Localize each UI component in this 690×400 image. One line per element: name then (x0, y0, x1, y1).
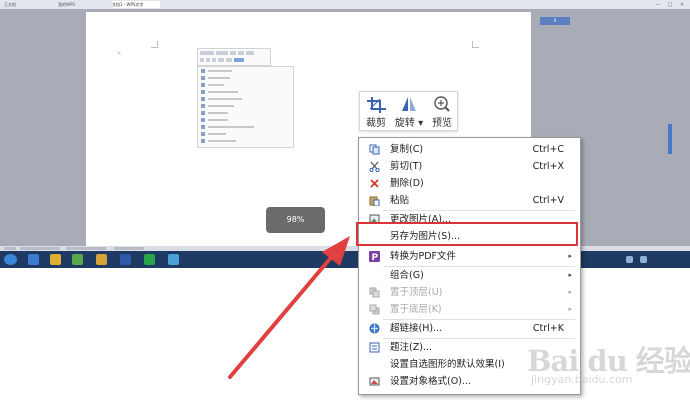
scrollbar-thumb[interactable] (668, 124, 672, 154)
menu-item-label: 设置对象格式(O)... (390, 376, 471, 387)
rotate-icon (402, 97, 416, 111)
caption-icon (369, 342, 380, 353)
status-segment (20, 247, 60, 250)
format-object-icon (369, 377, 380, 386)
menu-item-label: 置于顶层(U) (390, 287, 443, 298)
taskbar-app-icon[interactable] (120, 254, 131, 265)
taskbar-app-icon[interactable] (168, 254, 179, 265)
menu-item-hyperlink[interactable]: 超链接(H)... Ctrl+K (359, 320, 580, 337)
maximize-button[interactable]: □ (666, 2, 674, 8)
rotate-button[interactable]: 旋转 ▾ (391, 92, 427, 130)
pdf-icon: P (369, 251, 380, 262)
scissors-icon (369, 161, 380, 172)
taskbar-app-icon[interactable] (96, 254, 107, 265)
submenu-arrow-icon: ▸ (568, 305, 572, 313)
paste-icon (369, 196, 380, 206)
taskbar-app-icon[interactable] (28, 254, 39, 265)
status-segment (4, 247, 16, 250)
menu-item-label: 超链接(H)... (390, 323, 443, 334)
delete-icon (370, 179, 379, 188)
taskbar-app-icon[interactable] (72, 254, 83, 265)
taskbar-app-icon[interactable] (50, 254, 61, 265)
window-tab[interactable]: 我的WPS (58, 1, 98, 8)
start-button[interactable] (4, 254, 17, 265)
preview-button[interactable]: 预览 (428, 92, 456, 130)
menu-item-shortcut: Ctrl+V (532, 195, 564, 206)
taskbar-clock[interactable] (657, 253, 688, 266)
window-controls: — □ ✕ (654, 0, 686, 9)
minimize-button[interactable]: — (654, 2, 662, 8)
menu-item-bring-to-front[interactable]: 置于顶层(U) ▸ (359, 284, 580, 301)
window-title-bar: 正文档 我的WPS 文档1 - WPS文字 — □ ✕ (0, 0, 690, 9)
menu-item-paste[interactable]: 粘贴 Ctrl+V (359, 192, 580, 209)
side-panel-tag[interactable]: 4 (540, 17, 570, 25)
menu-item-label: 删除(D) (390, 178, 424, 189)
preview-label: 预览 (432, 118, 452, 129)
status-segment (66, 247, 106, 250)
menu-item-label: 置于底层(K) (390, 304, 442, 315)
menu-item-label: 题注(Z)... (390, 342, 432, 353)
menu-item-label: 粘贴 (390, 195, 410, 206)
menu-item-label: 组合(G) (390, 270, 424, 281)
cursor-mark-icon: ✎ (117, 51, 122, 57)
menu-item-shortcut: Ctrl+X (532, 161, 564, 172)
submenu-arrow-icon: ▸ (568, 252, 572, 260)
highlight-box (356, 222, 578, 246)
baidu-watermark: Bai du 经验 jingyan.baidu.com (527, 338, 690, 398)
hyperlink-icon (369, 323, 380, 334)
menu-item-send-to-back[interactable]: 置于底层(K) ▸ (359, 301, 580, 318)
window-tab-active[interactable]: 文档1 - WPS文字 (112, 1, 160, 8)
watermark-sub: jingyan.baidu.com (531, 373, 633, 386)
crop-icon (367, 97, 386, 113)
crop-button[interactable]: 裁剪 (362, 92, 390, 130)
submenu-arrow-icon: ▸ (568, 288, 572, 296)
submenu-arrow-icon: ▸ (568, 271, 572, 279)
send-to-back-icon (369, 304, 380, 315)
menu-item-group[interactable]: 组合(G) ▸ (359, 267, 580, 284)
zoom-indicator: 98% (266, 207, 325, 233)
close-button[interactable]: ✕ (678, 2, 686, 8)
taskbar-app-icon[interactable] (144, 254, 155, 265)
menu-item-cut[interactable]: 剪切(T) Ctrl+X (359, 158, 580, 175)
embedded-picture-menu (197, 66, 294, 148)
menu-item-shortcut: Ctrl+K (532, 323, 564, 334)
bring-to-front-icon (369, 287, 380, 298)
crop-label: 裁剪 (366, 118, 386, 129)
window-tab[interactable]: 正文档 (4, 1, 44, 8)
picture-toolbar: 裁剪 旋转 ▾ 预览 (359, 91, 458, 131)
menu-item-label: 复制(C) (390, 144, 424, 155)
page-margin-mark (472, 41, 479, 48)
menu-item-delete[interactable]: 删除(D) (359, 175, 580, 192)
os-taskbar (0, 251, 690, 268)
vertical-scrollbar[interactable] (665, 9, 690, 246)
tray-icon[interactable] (640, 256, 647, 263)
menu-item-shortcut: Ctrl+C (532, 144, 565, 155)
menu-item-convert-pdf[interactable]: P 转换为PDF文件 ▸ (359, 248, 580, 265)
svg-text:P: P (372, 253, 379, 262)
rotate-label: 旋转 ▾ (394, 118, 424, 129)
menu-item-label: 设置自选图形的默认效果(I) (390, 359, 505, 370)
tray-icon[interactable] (626, 256, 633, 263)
embedded-picture-toolbar (197, 48, 271, 66)
menu-item-label: 转换为PDF文件 (390, 251, 457, 262)
menu-item-label: 剪切(T) (390, 161, 423, 172)
page-margin-mark (151, 41, 158, 48)
copy-icon (369, 144, 380, 155)
status-segment (114, 247, 144, 250)
zoom-preview-icon (434, 96, 450, 112)
menu-item-copy[interactable]: 复制(C) Ctrl+C (359, 141, 580, 158)
